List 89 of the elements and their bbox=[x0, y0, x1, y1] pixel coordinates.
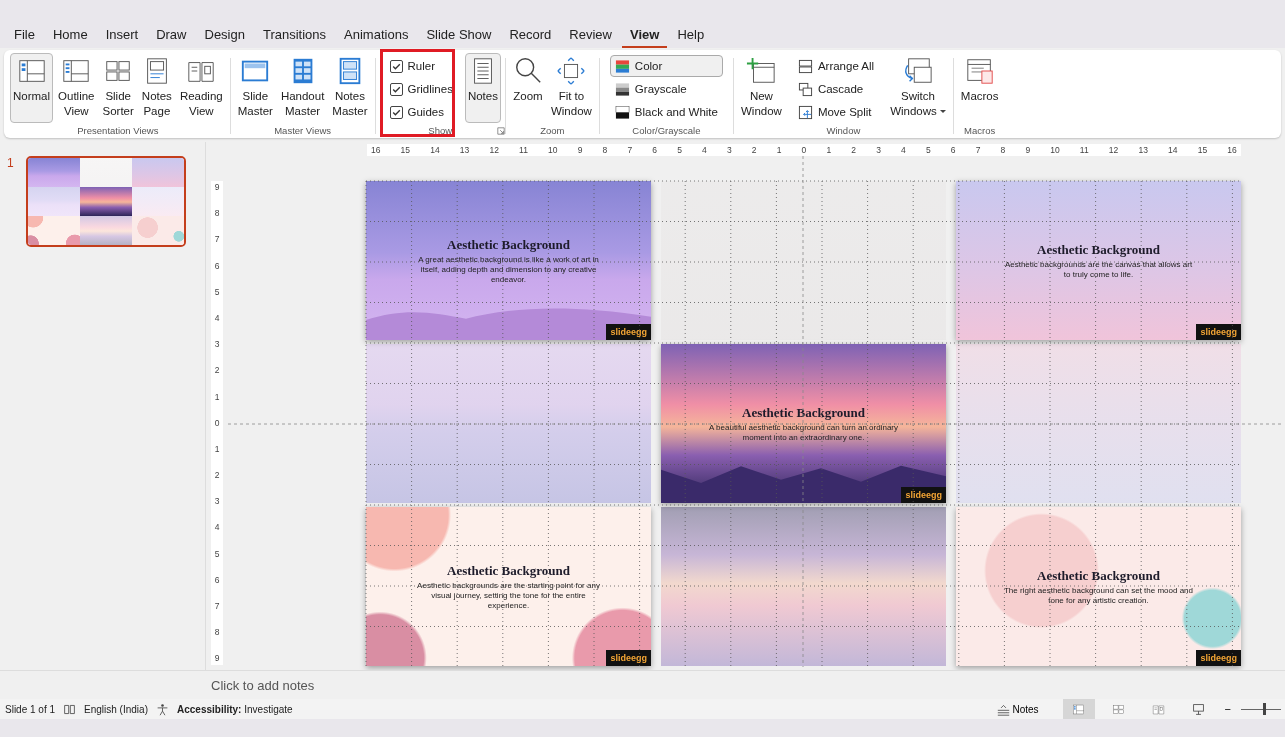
logo-badge: slideegg bbox=[1196, 650, 1241, 666]
contrast-icon bbox=[614, 104, 630, 120]
slide-title: Aesthetic Background bbox=[742, 404, 865, 421]
language-label[interactable]: English (India) bbox=[84, 703, 148, 715]
menu-tab[interactable]: Draw bbox=[148, 24, 195, 48]
group-label: Color/Grayscale bbox=[632, 125, 701, 136]
color-icon bbox=[614, 58, 630, 74]
logo-badge: slideegg bbox=[606, 324, 651, 340]
accessibility-status[interactable]: Accessibility: Investigate bbox=[176, 703, 293, 715]
notes-icon bbox=[997, 702, 1011, 716]
slide-sorter-icon bbox=[1112, 702, 1126, 716]
ribbon-button[interactable]: Outline View bbox=[55, 53, 98, 123]
macros-icon bbox=[964, 56, 995, 86]
normal-view-icon bbox=[1072, 702, 1086, 716]
logo-badge: slideegg bbox=[606, 650, 651, 666]
menu-tab[interactable]: Review bbox=[561, 24, 620, 48]
ribbon-button[interactable]: Slide Master bbox=[234, 53, 276, 123]
move-split-icon bbox=[797, 104, 813, 120]
book-icon bbox=[1152, 702, 1166, 716]
ribbon-button[interactable]: Notes bbox=[464, 53, 501, 123]
checkbox-option[interactable]: Ruler bbox=[385, 55, 457, 77]
group-label: Zoom bbox=[540, 125, 565, 136]
menu-tab[interactable]: Home bbox=[44, 24, 96, 48]
group-label: Macros bbox=[964, 125, 996, 136]
vertical-ruler: 9 8 7 6 5 4 3 2 1 0 1 2 3 4 5 6 7 8 9 bbox=[211, 181, 223, 665]
logo-badge: slideegg bbox=[901, 487, 946, 503]
zoom-out-button[interactable]: − bbox=[1222, 703, 1233, 715]
checkbox-option[interactable]: Gridlines bbox=[385, 78, 457, 100]
menu-tab[interactable]: File bbox=[6, 24, 43, 48]
ribbon-button[interactable]: New Window bbox=[737, 53, 785, 123]
logo-badge: slideegg bbox=[1196, 324, 1241, 340]
slide-counter: Slide 1 of 1 bbox=[5, 703, 56, 715]
notes-button[interactable]: Notes bbox=[991, 701, 1045, 717]
group-label: Master Views bbox=[274, 125, 332, 136]
horizontal-ruler: 16 15 14 13 12 11 10 9 8 7 6 5 4 3 2 1 0 1 2 3 4 5 6 7 8 9 10 11 12 13 14 15 16 bbox=[367, 144, 1241, 156]
menu-tab[interactable]: View bbox=[622, 24, 668, 48]
group-label: Show bbox=[428, 125, 453, 136]
checkbox[interactable] bbox=[389, 82, 403, 96]
slide-title: Aesthetic Background bbox=[1037, 567, 1160, 584]
menu-tab[interactable]: Record bbox=[501, 24, 560, 48]
group-label: Window bbox=[826, 125, 861, 136]
cascade-icon bbox=[797, 81, 813, 97]
ribbon-button[interactable]: Move Split bbox=[792, 101, 880, 123]
ribbon-button[interactable]: Grayscale bbox=[609, 78, 723, 100]
slide-body: A beautiful aesthetic background can turn an ordinary moment into an extraordinary one. bbox=[708, 422, 899, 443]
ribbon-button[interactable]: Color bbox=[609, 55, 723, 77]
checkbox[interactable] bbox=[389, 105, 403, 119]
menu-tab[interactable]: Help bbox=[669, 24, 713, 48]
checkbox[interactable] bbox=[389, 59, 403, 73]
slide-title: Aesthetic Background bbox=[447, 562, 570, 579]
arrange-icon bbox=[797, 58, 813, 74]
menu-tab[interactable]: Slide Show bbox=[418, 24, 500, 48]
slide-title: Aesthetic Background bbox=[447, 236, 570, 253]
menu-tab[interactable]: Design bbox=[196, 24, 253, 48]
ribbon-button[interactable]: Macros bbox=[957, 53, 1002, 123]
ribbon-button[interactable]: Black and White bbox=[609, 101, 723, 123]
switch-windows-icon bbox=[902, 56, 933, 86]
ribbon-button[interactable]: Normal bbox=[10, 53, 54, 123]
menu-tab[interactable]: Insert bbox=[97, 24, 147, 48]
book-icon[interactable] bbox=[63, 702, 77, 716]
slide-body: Aesthetic backgrounds are the starting point for any visual journey, setting the tone for the entire experience. bbox=[416, 580, 601, 611]
presenter-icon bbox=[1192, 702, 1206, 716]
menu-tab[interactable]: Animations bbox=[336, 24, 417, 48]
slide-title: Aesthetic Background bbox=[1037, 241, 1160, 258]
notes-field[interactable]: Click to add notes bbox=[209, 676, 613, 694]
slide-body: The right aesthetic background can set the mood and tone for any artistic creation. bbox=[1003, 585, 1194, 606]
ribbon-button[interactable]: Notes Page bbox=[138, 53, 175, 123]
ribbon-button[interactable]: Notes Master bbox=[329, 53, 371, 123]
ribbon-button[interactable]: Arrange All bbox=[792, 55, 880, 77]
grayscale-icon bbox=[614, 81, 630, 97]
new-window-icon bbox=[746, 56, 777, 86]
accessibility-icon[interactable] bbox=[155, 702, 169, 716]
slide-body: Aesthetic backgrounds are the canvas that allows art to truly come to life. bbox=[1003, 259, 1194, 280]
dialog-launcher-icon[interactable] bbox=[496, 127, 505, 135]
ribbon-button[interactable]: Switch Windows bbox=[887, 53, 949, 123]
slider-thumb[interactable] bbox=[1263, 703, 1266, 715]
group-label: Presentation Views bbox=[77, 125, 159, 136]
slide-number: 1 bbox=[7, 156, 14, 170]
fit-to-window-icon bbox=[556, 56, 587, 86]
slide-body: A great aesthetic background is like a work of art in itself, adding depth and dimension to any creative endeavor. bbox=[417, 254, 600, 285]
ribbon-button[interactable]: Fit to Window bbox=[547, 53, 595, 123]
ribbon-button[interactable]: Reading View bbox=[176, 53, 226, 123]
ribbon-button[interactable]: Zoom bbox=[509, 53, 546, 123]
ribbon-button[interactable]: Slide Sorter bbox=[99, 53, 137, 123]
ribbon-button[interactable]: Handout Master bbox=[277, 53, 328, 123]
checkbox-option[interactable]: Guides bbox=[385, 101, 457, 123]
slide-thumbnail[interactable] bbox=[25, 156, 186, 247]
menu-tab[interactable]: Transitions bbox=[254, 24, 335, 48]
ribbon-button[interactable]: Cascade bbox=[792, 78, 880, 100]
